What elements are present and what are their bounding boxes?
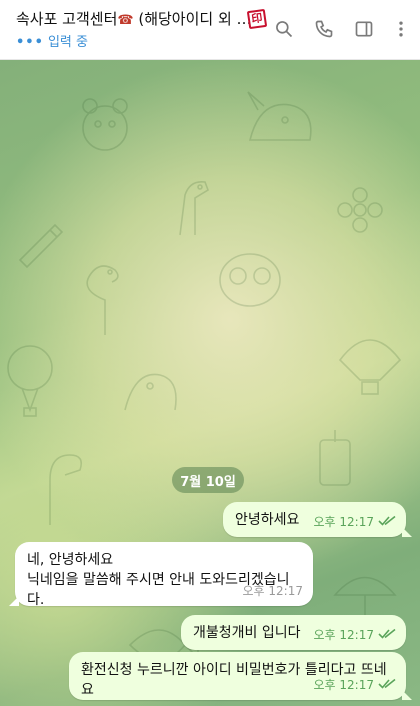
bubble-tail	[402, 690, 412, 700]
message-outgoing[interactable]: 개불청개비 입니다 오후 12:17	[181, 615, 406, 650]
wallpaper-juice-doodle-icon	[319, 430, 351, 486]
wallpaper-flower-doodle-icon	[337, 187, 383, 233]
sidebar-toggle-icon	[355, 21, 373, 37]
message-text-line-1: 네, 안녕하세요	[27, 552, 114, 568]
wallpaper-balloon-doodle-icon	[7, 345, 53, 417]
wallpaper-rhino-doodle-icon	[247, 91, 312, 141]
message-time: 오후 12:17	[242, 584, 303, 598]
date-separator: 7월 10일	[172, 467, 244, 493]
search-icon	[276, 21, 293, 38]
more-options-button[interactable]	[388, 16, 414, 42]
typing-status: ••• 입력 중	[16, 34, 271, 52]
message-time: 오후 12:17	[313, 678, 374, 692]
telephone-emoji-icon: ☎	[117, 13, 134, 28]
wallpaper-bear-doodle-icon	[82, 98, 128, 151]
sidebar-toggle-button[interactable]	[351, 16, 377, 42]
search-button[interactable]	[271, 16, 297, 42]
message-text: 개불청개비 입니다	[193, 625, 301, 641]
double-check-icon	[378, 512, 396, 532]
message-meta: 오후 12:17	[243, 581, 303, 601]
message-incoming[interactable]: 네, 안녕하세요 닉네임을 말씀해 주시면 안내 도와드리겠습니다. 오후 12…	[9, 542, 313, 608]
chat-title: 속사포 고객센터☎ (해당아이디 외 …	[16, 8, 271, 32]
red-seal-emoji-icon: 印	[246, 8, 268, 30]
double-check-icon	[378, 675, 396, 695]
wallpaper-giraffe-doodle-icon	[179, 180, 209, 236]
more-vertical-icon	[399, 21, 403, 37]
wallpaper-dinosaur-doodle-icon	[124, 373, 177, 411]
chat-area[interactable]: 7월 10일 안녕하세요 오후 12:17 네, 안녕하세요 닉네임을 말씀해 …	[0, 60, 420, 706]
message-meta: 오후 12:17	[314, 512, 396, 532]
wallpaper-flamingo-doodle-icon	[86, 265, 119, 335]
bubble-tail	[9, 596, 19, 606]
phone-icon	[315, 20, 333, 38]
chat-title-suffix: (해당아이디 외 …	[133, 10, 252, 28]
chat-header: 속사포 고객센터☎ (해당아이디 외 … ••• 입력 중 印	[0, 0, 420, 60]
typing-dots-icon: •••	[16, 35, 44, 50]
chat-title-area[interactable]: 속사포 고객센터☎ (해당아이디 외 … ••• 입력 중	[16, 8, 271, 52]
call-button[interactable]	[311, 16, 337, 42]
message-time: 오후 12:17	[313, 515, 374, 529]
double-check-icon	[378, 625, 396, 645]
message-text: 안녕하세요	[235, 512, 300, 528]
message-time: 오후 12:17	[313, 628, 374, 642]
bubble-tail	[402, 527, 412, 537]
message-outgoing[interactable]: 안녕하세요 오후 12:17	[223, 502, 412, 537]
wallpaper-dino2-doodle-icon	[49, 454, 83, 525]
typing-status-text: 입력 중	[47, 35, 88, 50]
wallpaper-hotairballoon-doodle-icon	[338, 339, 402, 395]
message-meta: 오후 12:17	[314, 625, 396, 645]
message-outgoing[interactable]: 환전신청 누르니깐 아이디 비밀번호가 틀리다고 뜨네요 오후 12:17	[69, 652, 412, 700]
chat-title-name: 속사포 고객센터	[16, 10, 118, 28]
message-meta: 오후 12:17	[314, 675, 396, 695]
wallpaper-owl-doodle-icon	[219, 253, 281, 307]
